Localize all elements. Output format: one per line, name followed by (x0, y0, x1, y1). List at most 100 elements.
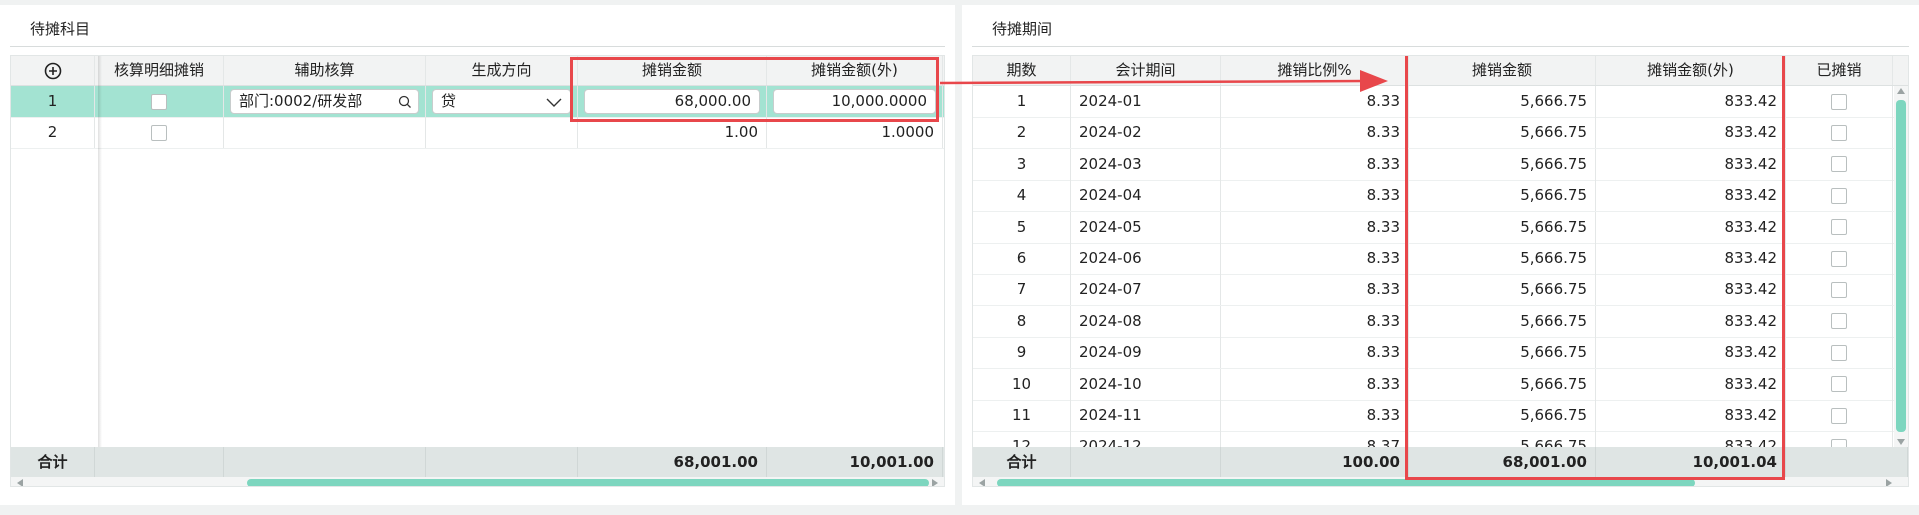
ratio-cell[interactable]: 8.33 (1221, 86, 1409, 117)
period-no-cell[interactable]: 11 (973, 400, 1071, 431)
aux-accounting-cell[interactable] (224, 117, 426, 148)
accounting-period-cell[interactable]: 2024-09 (1071, 337, 1221, 369)
header-period-no[interactable]: 期数 (973, 56, 1071, 85)
header-direction[interactable]: 生成方向 (426, 56, 578, 85)
amount-cell[interactable]: 5,666.75 (1409, 337, 1596, 369)
add-row-button[interactable] (11, 56, 95, 85)
period-no-cell[interactable]: 3 (973, 148, 1071, 180)
scroll-right-icon[interactable] (932, 479, 938, 486)
ratio-cell[interactable]: 8.33 (1221, 117, 1409, 149)
accounting-period-cell[interactable]: 2024-08 (1071, 305, 1221, 337)
ratio-cell[interactable]: 8.33 (1221, 368, 1409, 400)
amount-fx-cell[interactable]: 833.42 (1596, 400, 1786, 431)
amortized-checkbox[interactable] (1831, 313, 1847, 330)
amortized-checkbox[interactable] (1831, 250, 1847, 267)
ratio-cell[interactable]: 8.33 (1221, 243, 1409, 274)
amortized-checkbox[interactable] (1831, 219, 1847, 236)
accounting-period-cell[interactable]: 2024-04 (1071, 180, 1221, 212)
amount-cell[interactable]: 5,666.75 (1409, 180, 1596, 212)
scroll-left-icon[interactable] (17, 479, 23, 486)
ratio-cell[interactable]: 8.33 (1221, 400, 1409, 431)
horizontal-scrollbar[interactable] (973, 477, 1908, 486)
vertical-scroll-thumb[interactable] (1896, 100, 1906, 432)
amount-cell[interactable]: 5,666.75 (1409, 148, 1596, 180)
scroll-thumb[interactable] (997, 479, 1695, 486)
accounting-period-cell[interactable]: 2024-05 (1071, 211, 1221, 243)
amount-fx-input[interactable]: 10,000.0000 (773, 89, 936, 114)
period-no-cell[interactable]: 5 (973, 211, 1071, 243)
table-row[interactable]: 7 2024-07 8.33 5,666.75 833.42 (973, 274, 1894, 307)
scroll-right-icon[interactable] (1886, 479, 1892, 486)
amortized-checkbox[interactable] (1831, 344, 1847, 361)
search-icon[interactable] (398, 95, 412, 109)
header-amortized[interactable]: 已摊销 (1786, 56, 1893, 85)
aux-accounting-input[interactable]: 部门:0002/研发部 (230, 89, 419, 114)
amortized-checkbox[interactable] (1831, 93, 1847, 110)
amount-cell[interactable]: 5,666.75 (1409, 86, 1596, 117)
table-row[interactable]: 4 2024-04 8.33 5,666.75 833.42 (973, 180, 1894, 213)
ratio-cell[interactable]: 8.33 (1221, 274, 1409, 306)
scroll-up-icon[interactable] (1897, 88, 1905, 94)
ratio-cell[interactable]: 8.33 (1221, 337, 1409, 369)
table-row[interactable]: 2 2024-02 8.33 5,666.75 833.42 (973, 117, 1894, 150)
amount-fx-cell[interactable]: 833.42 (1596, 180, 1786, 212)
period-no-cell[interactable]: 9 (973, 337, 1071, 369)
amount-cell[interactable]: 5,666.75 (1409, 400, 1596, 431)
scroll-left-icon[interactable] (979, 479, 985, 486)
ratio-cell[interactable]: 8.33 (1221, 305, 1409, 337)
amortized-checkbox[interactable] (1831, 281, 1847, 298)
amount-fx-cell[interactable]: 833.42 (1596, 305, 1786, 337)
amount-input[interactable]: 68,000.00 (584, 89, 760, 114)
period-no-cell[interactable]: 1 (973, 86, 1071, 117)
table-row[interactable]: 8 2024-08 8.33 5,666.75 833.42 (973, 305, 1894, 338)
amount-fx-cell[interactable]: 833.42 (1596, 368, 1786, 400)
amount-fx-cell[interactable]: 833.42 (1596, 117, 1786, 149)
amount-fx-cell[interactable]: 833.42 (1596, 243, 1786, 274)
accounting-period-cell[interactable]: 2024-06 (1071, 243, 1221, 274)
ratio-cell[interactable]: 8.37 (1221, 431, 1409, 447)
table-row[interactable]: 6 2024-06 8.33 5,666.75 833.42 (973, 243, 1894, 275)
amount-cell[interactable]: 5,666.75 (1409, 211, 1596, 243)
amount-fx-cell[interactable]: 833.42 (1596, 431, 1786, 447)
horizontal-scrollbar[interactable] (11, 477, 944, 486)
ratio-cell[interactable]: 8.33 (1221, 180, 1409, 212)
table-row[interactable]: 5 2024-05 8.33 5,666.75 833.42 (973, 211, 1894, 244)
amount-fx-cell[interactable]: 833.42 (1596, 148, 1786, 180)
direction-select[interactable]: 贷 (432, 89, 571, 114)
header-accounting-period[interactable]: 会计期间 (1071, 56, 1221, 85)
accounting-period-cell[interactable]: 2024-01 (1071, 86, 1221, 117)
amortized-checkbox[interactable] (1831, 124, 1847, 141)
period-no-cell[interactable]: 12 (973, 431, 1071, 447)
direction-cell[interactable] (426, 117, 578, 148)
amount-cell[interactable]: 1.00 (578, 117, 767, 148)
period-no-cell[interactable]: 6 (973, 243, 1071, 274)
period-no-cell[interactable]: 10 (973, 368, 1071, 400)
detail-amortize-checkbox[interactable] (151, 93, 167, 110)
accounting-period-cell[interactable]: 2024-07 (1071, 274, 1221, 306)
period-no-cell[interactable]: 4 (973, 180, 1071, 212)
amount-cell[interactable]: 5,666.75 (1409, 431, 1596, 447)
table-row[interactable]: 1 2024-01 8.33 5,666.75 833.42 (973, 86, 1894, 118)
header-amount[interactable]: 摊销金额 (1409, 56, 1596, 85)
accounting-period-cell[interactable]: 2024-11 (1071, 400, 1221, 431)
table-row[interactable]: 3 2024-03 8.33 5,666.75 833.42 (973, 148, 1894, 181)
amortized-checkbox[interactable] (1831, 187, 1847, 204)
amortized-checkbox[interactable] (1831, 376, 1847, 393)
table-row[interactable]: 11 2024-11 8.33 5,666.75 833.42 (973, 400, 1894, 432)
amount-cell[interactable]: 5,666.75 (1409, 305, 1596, 337)
header-ratio[interactable]: 摊销比例% (1221, 56, 1409, 85)
amount-fx-cell[interactable]: 1.0000 (767, 117, 943, 148)
detail-amortize-checkbox[interactable] (151, 124, 167, 141)
period-no-cell[interactable]: 7 (973, 274, 1071, 306)
table-row[interactable]: 2 1.00 1.0000 (11, 117, 944, 149)
scroll-down-icon[interactable] (1897, 439, 1905, 445)
amortized-checkbox[interactable] (1831, 438, 1847, 447)
accounting-period-cell[interactable]: 2024-02 (1071, 117, 1221, 149)
table-row[interactable]: 10 2024-10 8.33 5,666.75 833.42 (973, 368, 1894, 401)
accounting-period-cell[interactable]: 2024-03 (1071, 148, 1221, 180)
amount-fx-cell[interactable]: 833.42 (1596, 86, 1786, 117)
header-aux-accounting[interactable]: 辅助核算 (224, 56, 426, 85)
header-amount-fx[interactable]: 摊销金额(外) (767, 56, 943, 85)
ratio-cell[interactable]: 8.33 (1221, 148, 1409, 180)
table-row[interactable]: 1 部门:0002/研发部 贷 68,000.00 10,000.0000 (11, 86, 944, 118)
